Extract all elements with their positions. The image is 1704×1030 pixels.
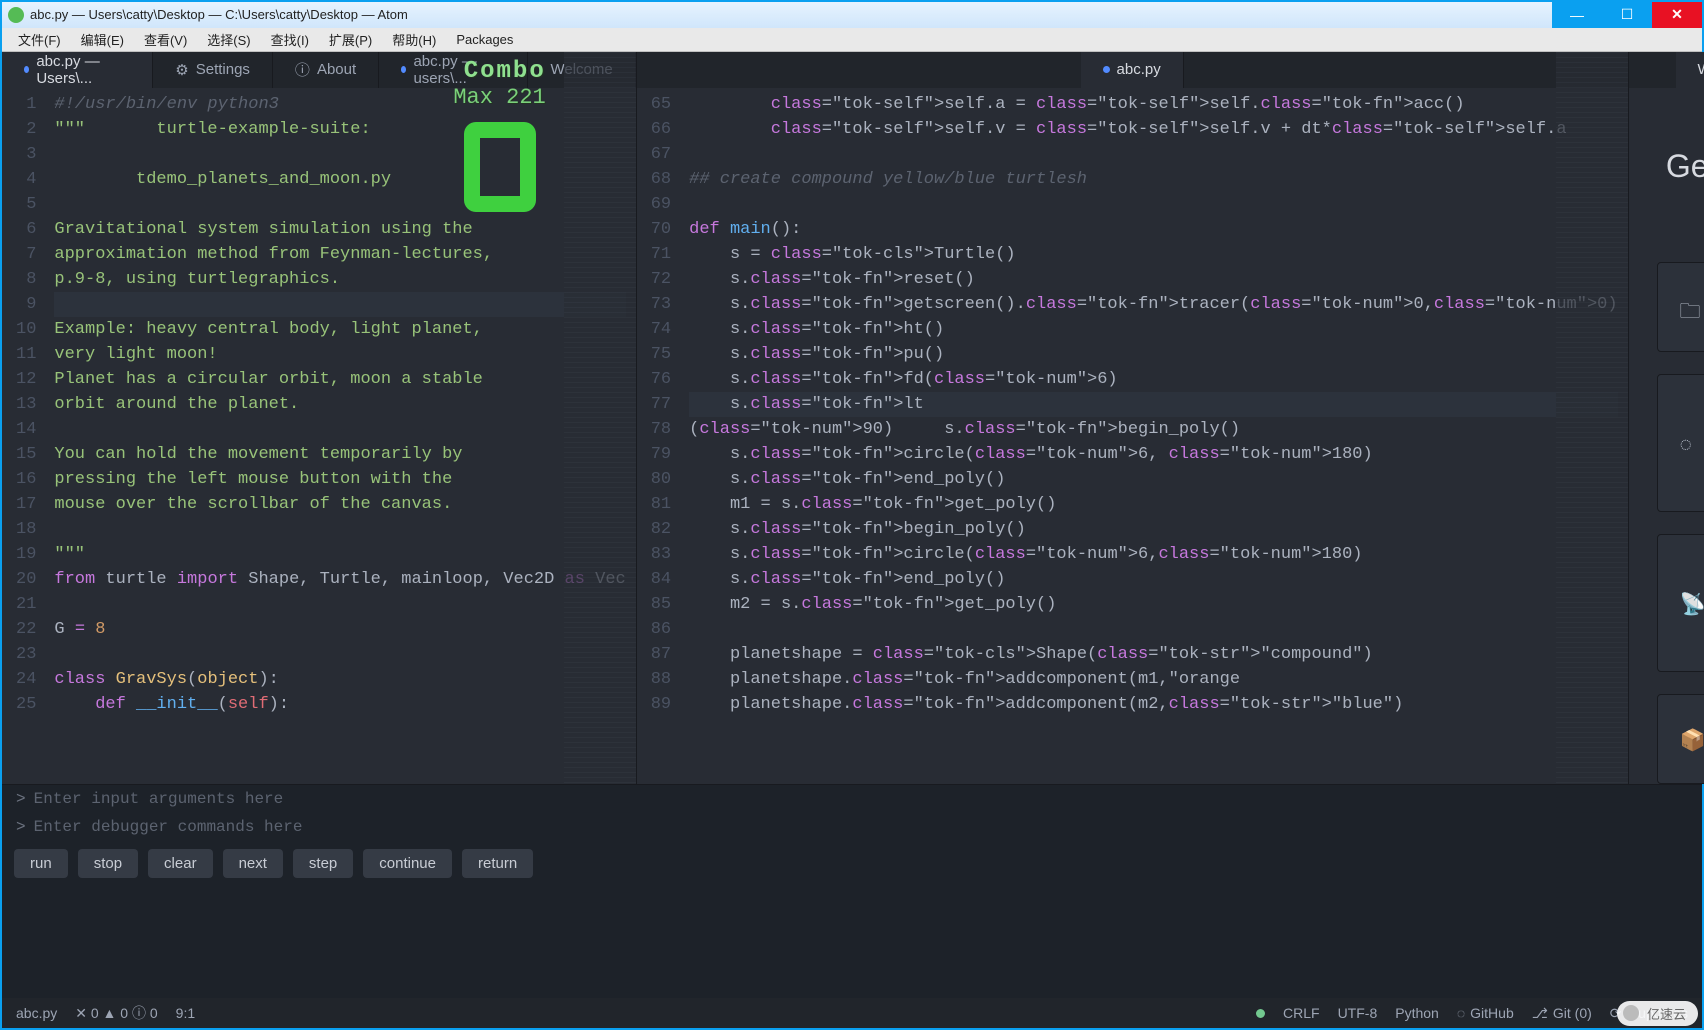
radio-tower-icon: 📡 (1680, 593, 1700, 613)
menu-packages[interactable]: Packages (448, 30, 521, 49)
code-content[interactable]: class="tok-self">self.a = class="tok-sel… (681, 88, 1627, 784)
line-gutter: 6566676869707172737475767778798081828384… (637, 88, 681, 784)
tab-welcome-guide[interactable]: Welcome Guide (1676, 52, 1704, 88)
welcome-pane: Welcome Guide Get to know Atom! 🗀 Open a… (1629, 52, 1704, 784)
debugger-panel: > Enter input arguments here > Enter debug… (2, 784, 1702, 998)
tab-settings[interactable]: ⚙ Settings (153, 52, 273, 88)
code-editor-mid[interactable]: 6566676869707172737475767778798081828384… (637, 88, 1628, 784)
line-gutter: 1234567891011121314151617181920212223242… (2, 88, 46, 784)
welcome-card-package[interactable]: 📦 Install a Package (1657, 694, 1704, 784)
status-cursor[interactable]: 9:1 (176, 1005, 195, 1021)
tab-label: abc.py — Users\... (36, 53, 130, 87)
window-minimize-button[interactable]: — (1552, 2, 1602, 28)
tab-about[interactable]: ⓘ About (273, 52, 379, 88)
modified-dot-icon (401, 66, 406, 73)
minimap[interactable] (564, 88, 636, 784)
status-line-ending[interactable]: CRLF (1283, 1005, 1320, 1021)
minimap[interactable] (1556, 88, 1628, 784)
menu-view[interactable]: 查看(V) (136, 28, 195, 51)
window-maximize-button[interactable]: ☐ (1602, 2, 1652, 28)
tab-abc-left[interactable]: abc.py — Users\... (2, 52, 153, 88)
debug-continue-button[interactable]: continue (363, 849, 452, 878)
welcome-title: Get to know Atom! (1657, 148, 1704, 222)
watermark: 亿速云 (1617, 1001, 1698, 1026)
menu-find[interactable]: 查找(I) (263, 28, 317, 51)
combo-glyph-icon (464, 122, 536, 212)
welcome-card-git[interactable]: ◌ Version control with Git and GitHub (1657, 374, 1704, 512)
modified-dot-icon (1103, 66, 1110, 73)
tab-label: About (317, 61, 356, 78)
editor-pane-mid: abc.py 656667686970717273747576777879808… (637, 52, 1629, 784)
window-close-button[interactable]: ✕ (1652, 2, 1702, 28)
menu-select[interactable]: 选择(S) (199, 28, 258, 51)
window-titlebar: abc.py — Users\catty\Desktop — C:\Users\… (2, 2, 1702, 28)
modified-dot-icon (24, 66, 29, 73)
debug-clear-button[interactable]: clear (148, 849, 213, 878)
prompt-icon: > (16, 818, 26, 836)
atom-app-icon (8, 7, 24, 23)
debugger-cmd-field[interactable]: Enter debugger commands here (34, 818, 303, 836)
statusbar: abc.py ✕ 0 ▲ 0 ⓘ 0 9:1 CRLF UTF-8 Python… (2, 998, 1702, 1028)
combo-max-value: 221 (506, 85, 546, 110)
welcome-card-project[interactable]: 🗀 Open a Project (1657, 262, 1704, 352)
input-args-field[interactable]: Enter input arguments here (34, 790, 284, 808)
package-icon: 📦 (1680, 729, 1700, 749)
combo-title: Combo (453, 58, 545, 85)
debug-stop-button[interactable]: stop (78, 849, 138, 878)
gear-icon: ⚙ (175, 61, 188, 79)
git-branch-icon: ⎇ (1532, 1005, 1548, 1022)
window-title: abc.py — Users\catty\Desktop — C:\Users\… (30, 7, 408, 22)
debug-next-button[interactable]: next (223, 849, 283, 878)
menubar: 文件(F) 编辑(E) 查看(V) 选择(S) 查找(I) 扩展(P) 帮助(H… (2, 28, 1702, 52)
menu-edit[interactable]: 编辑(E) (73, 28, 132, 51)
github-icon: ◌ (1457, 1005, 1465, 1021)
folder-icon: 🗀 (1680, 297, 1700, 317)
code-editor-left[interactable]: 1234567891011121314151617181920212223242… (2, 88, 636, 784)
debug-step-button[interactable]: step (293, 849, 353, 878)
tab-label: Settings (196, 61, 250, 78)
combo-overlay: Combo Max 221 (453, 58, 545, 110)
status-file[interactable]: abc.py (16, 1005, 57, 1021)
combo-max-label: Max (453, 85, 493, 110)
welcome-card-teletype[interactable]: 📡 Collaborate in real time with Teletype (1657, 534, 1704, 672)
debug-run-button[interactable]: run (14, 849, 68, 878)
status-diagnostics[interactable]: ✕ 0 ▲ 0 ⓘ 0 (75, 1003, 157, 1023)
info-icon: ⓘ (295, 59, 310, 80)
online-dot-icon (1256, 1009, 1265, 1018)
status-grammar[interactable]: Python (1395, 1005, 1439, 1021)
debug-return-button[interactable]: return (462, 849, 533, 878)
tab-label: abc.py (1117, 61, 1161, 78)
menu-help[interactable]: 帮助(H) (384, 28, 444, 51)
github-icon: ◌ (1680, 433, 1700, 453)
tab-abc-mid[interactable]: abc.py (1081, 52, 1184, 88)
tab-label: Welcome Guide (1698, 61, 1704, 78)
status-github[interactable]: ◌GitHub (1457, 1005, 1514, 1021)
menu-file[interactable]: 文件(F) (10, 28, 69, 51)
prompt-icon: > (16, 790, 26, 808)
menu-extensions[interactable]: 扩展(P) (321, 28, 380, 51)
status-encoding[interactable]: UTF-8 (1338, 1005, 1378, 1021)
editor-pane-left: abc.py — Users\... ⚙Settings ⓘAbout abc.… (2, 52, 637, 784)
code-content[interactable]: #!/usr/bin/env python3""" turtle-example… (46, 88, 635, 784)
status-git[interactable]: ⎇Git (0) (1532, 1005, 1592, 1022)
